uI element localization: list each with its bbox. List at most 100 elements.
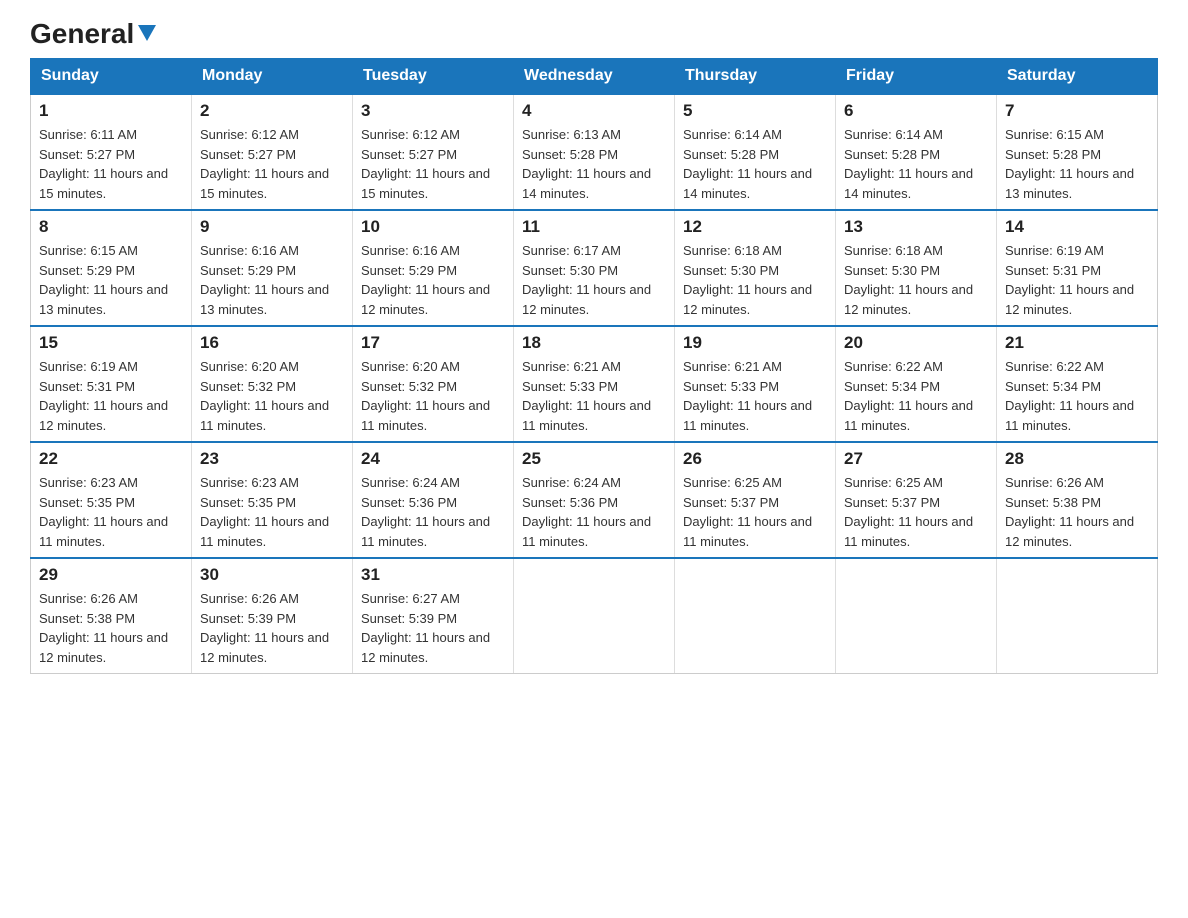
day-number: 7 — [1005, 101, 1149, 121]
calendar-cell: 27 Sunrise: 6:25 AM Sunset: 5:37 PM Dayl… — [836, 442, 997, 558]
sunset-label: Sunset: — [683, 263, 731, 278]
sunset-label: Sunset: — [844, 263, 892, 278]
sunrise-label: Sunrise: — [1005, 475, 1056, 490]
sunrise-label: Sunrise: — [522, 359, 573, 374]
calendar-cell: 21 Sunrise: 6:22 AM Sunset: 5:34 PM Dayl… — [997, 326, 1158, 442]
sunset-label: Sunset: — [39, 379, 87, 394]
day-number: 8 — [39, 217, 183, 237]
daylight-label: Daylight: 11 hours and 14 minutes. — [683, 166, 812, 201]
sunset-label: Sunset: — [361, 379, 409, 394]
sunrise-label: Sunrise: — [1005, 359, 1056, 374]
sunset-value: 5:37 PM — [892, 495, 940, 510]
sunrise-value: 6:21 AM — [734, 359, 782, 374]
sunset-label: Sunset: — [39, 263, 87, 278]
daylight-label: Daylight: 11 hours and 11 minutes. — [361, 514, 490, 549]
sunrise-value: 6:26 AM — [90, 591, 138, 606]
sunset-label: Sunset: — [522, 495, 570, 510]
day-info: Sunrise: 6:13 AM Sunset: 5:28 PM Dayligh… — [522, 125, 666, 203]
calendar-cell: 31 Sunrise: 6:27 AM Sunset: 5:39 PM Dayl… — [353, 558, 514, 674]
calendar-cell: 18 Sunrise: 6:21 AM Sunset: 5:33 PM Dayl… — [514, 326, 675, 442]
day-info: Sunrise: 6:21 AM Sunset: 5:33 PM Dayligh… — [522, 357, 666, 435]
sunrise-label: Sunrise: — [844, 475, 895, 490]
calendar-cell: 9 Sunrise: 6:16 AM Sunset: 5:29 PM Dayli… — [192, 210, 353, 326]
header-monday: Monday — [192, 59, 353, 95]
sunset-value: 5:29 PM — [248, 263, 296, 278]
day-number: 16 — [200, 333, 344, 353]
day-info: Sunrise: 6:24 AM Sunset: 5:36 PM Dayligh… — [522, 473, 666, 551]
sunrise-label: Sunrise: — [361, 591, 412, 606]
daylight-label: Daylight: 11 hours and 13 minutes. — [39, 282, 168, 317]
daylight-label: Daylight: 11 hours and 14 minutes. — [844, 166, 973, 201]
sunrise-value: 6:14 AM — [895, 127, 943, 142]
logo-general: General — [30, 20, 134, 48]
sunset-value: 5:28 PM — [731, 147, 779, 162]
sunset-label: Sunset: — [522, 263, 570, 278]
calendar-week-row: 29 Sunrise: 6:26 AM Sunset: 5:38 PM Dayl… — [31, 558, 1158, 674]
calendar-table: SundayMondayTuesdayWednesdayThursdayFrid… — [30, 58, 1158, 674]
sunrise-value: 6:18 AM — [895, 243, 943, 258]
day-info: Sunrise: 6:11 AM Sunset: 5:27 PM Dayligh… — [39, 125, 183, 203]
daylight-label: Daylight: 11 hours and 11 minutes. — [683, 398, 812, 433]
sunrise-value: 6:16 AM — [412, 243, 460, 258]
sunrise-value: 6:23 AM — [251, 475, 299, 490]
sunset-label: Sunset: — [39, 495, 87, 510]
daylight-label: Daylight: 11 hours and 12 minutes. — [39, 630, 168, 665]
day-info: Sunrise: 6:18 AM Sunset: 5:30 PM Dayligh… — [683, 241, 827, 319]
daylight-label: Daylight: 11 hours and 11 minutes. — [844, 514, 973, 549]
sunset-label: Sunset: — [844, 379, 892, 394]
sunrise-label: Sunrise: — [39, 127, 90, 142]
sunset-label: Sunset: — [200, 379, 248, 394]
day-info: Sunrise: 6:14 AM Sunset: 5:28 PM Dayligh… — [844, 125, 988, 203]
sunrise-label: Sunrise: — [39, 359, 90, 374]
sunset-value: 5:30 PM — [731, 263, 779, 278]
sunset-value: 5:30 PM — [892, 263, 940, 278]
sunset-label: Sunset: — [200, 263, 248, 278]
sunset-value: 5:27 PM — [248, 147, 296, 162]
sunrise-label: Sunrise: — [844, 127, 895, 142]
day-number: 14 — [1005, 217, 1149, 237]
sunset-value: 5:27 PM — [87, 147, 135, 162]
day-number: 20 — [844, 333, 988, 353]
calendar-cell: 1 Sunrise: 6:11 AM Sunset: 5:27 PM Dayli… — [31, 94, 192, 210]
day-info: Sunrise: 6:26 AM Sunset: 5:38 PM Dayligh… — [1005, 473, 1149, 551]
day-info: Sunrise: 6:25 AM Sunset: 5:37 PM Dayligh… — [683, 473, 827, 551]
sunset-label: Sunset: — [844, 147, 892, 162]
sunrise-value: 6:21 AM — [573, 359, 621, 374]
sunset-value: 5:32 PM — [248, 379, 296, 394]
sunrise-label: Sunrise: — [683, 359, 734, 374]
sunrise-label: Sunrise: — [522, 475, 573, 490]
sunrise-value: 6:20 AM — [412, 359, 460, 374]
day-number: 3 — [361, 101, 505, 121]
day-info: Sunrise: 6:25 AM Sunset: 5:37 PM Dayligh… — [844, 473, 988, 551]
sunset-label: Sunset: — [200, 147, 248, 162]
sunrise-label: Sunrise: — [39, 243, 90, 258]
day-info: Sunrise: 6:16 AM Sunset: 5:29 PM Dayligh… — [361, 241, 505, 319]
calendar-week-row: 1 Sunrise: 6:11 AM Sunset: 5:27 PM Dayli… — [31, 94, 1158, 210]
sunrise-value: 6:26 AM — [1056, 475, 1104, 490]
sunrise-label: Sunrise: — [200, 591, 251, 606]
day-info: Sunrise: 6:19 AM Sunset: 5:31 PM Dayligh… — [1005, 241, 1149, 319]
sunset-value: 5:29 PM — [87, 263, 135, 278]
sunrise-value: 6:22 AM — [895, 359, 943, 374]
sunrise-label: Sunrise: — [39, 591, 90, 606]
calendar-cell: 3 Sunrise: 6:12 AM Sunset: 5:27 PM Dayli… — [353, 94, 514, 210]
calendar-cell: 7 Sunrise: 6:15 AM Sunset: 5:28 PM Dayli… — [997, 94, 1158, 210]
day-number: 30 — [200, 565, 344, 585]
sunset-value: 5:39 PM — [409, 611, 457, 626]
logo: General — [30, 20, 158, 48]
calendar-cell: 26 Sunrise: 6:25 AM Sunset: 5:37 PM Dayl… — [675, 442, 836, 558]
sunset-label: Sunset: — [844, 495, 892, 510]
day-info: Sunrise: 6:23 AM Sunset: 5:35 PM Dayligh… — [200, 473, 344, 551]
day-number: 15 — [39, 333, 183, 353]
calendar-cell: 2 Sunrise: 6:12 AM Sunset: 5:27 PM Dayli… — [192, 94, 353, 210]
sunrise-label: Sunrise: — [844, 243, 895, 258]
sunset-value: 5:28 PM — [570, 147, 618, 162]
day-number: 2 — [200, 101, 344, 121]
calendar-week-row: 8 Sunrise: 6:15 AM Sunset: 5:29 PM Dayli… — [31, 210, 1158, 326]
day-number: 17 — [361, 333, 505, 353]
day-number: 5 — [683, 101, 827, 121]
sunrise-label: Sunrise: — [522, 243, 573, 258]
calendar-cell: 14 Sunrise: 6:19 AM Sunset: 5:31 PM Dayl… — [997, 210, 1158, 326]
sunrise-value: 6:19 AM — [90, 359, 138, 374]
calendar-cell: 11 Sunrise: 6:17 AM Sunset: 5:30 PM Dayl… — [514, 210, 675, 326]
